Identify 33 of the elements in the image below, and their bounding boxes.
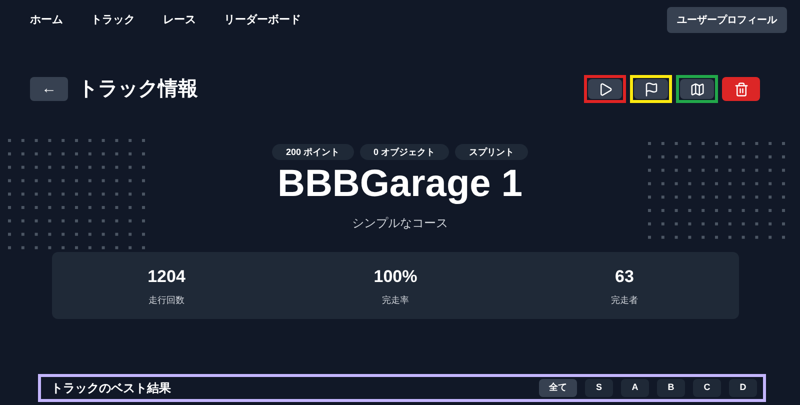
action-button[interactable] [634, 79, 668, 99]
rank-filter-tab[interactable]: C [693, 379, 721, 397]
back-button[interactable]: ← [30, 77, 68, 101]
profile-button[interactable]: ユーザープロフィール [667, 7, 787, 33]
stat-label: 完走率 [382, 294, 409, 306]
track-badge: 0 オブジェクト [360, 144, 450, 160]
track-badge: 200 ポイント [272, 144, 354, 160]
stat-value: 100% [374, 266, 418, 288]
action-button[interactable] [680, 79, 714, 99]
map-icon [690, 82, 704, 96]
nav-link[interactable]: トラック [91, 12, 135, 28]
stat-label: 走行回数 [148, 294, 184, 306]
rank-filter-tab[interactable]: 全て [539, 379, 577, 397]
stat-value: 1204 [148, 266, 186, 288]
results-title: トラックのベスト結果 [51, 380, 171, 397]
trash-icon [734, 82, 748, 96]
play-icon [598, 82, 612, 96]
rank-filter-tab[interactable]: A [621, 379, 649, 397]
stat-value: 63 [615, 266, 634, 288]
flag-icon [644, 82, 658, 96]
track-badge: スプリント [455, 144, 528, 160]
nav-link[interactable]: リーダーボード [224, 12, 301, 28]
page-title: トラック情報 [78, 77, 198, 102]
nav-link[interactable]: レース [163, 12, 196, 28]
track-name: BBBGarage 1 [278, 162, 522, 206]
stat-label: 完走者 [611, 294, 638, 306]
delete-button[interactable] [722, 77, 760, 101]
rank-filter-tab[interactable]: S [585, 379, 613, 397]
nav-link[interactable]: ホーム [30, 12, 63, 28]
rank-filter-tab[interactable]: B [657, 379, 685, 397]
track-description: シンプルなコース [352, 215, 448, 232]
action-button[interactable] [588, 79, 622, 99]
rank-filter-tab[interactable]: D [729, 379, 757, 397]
